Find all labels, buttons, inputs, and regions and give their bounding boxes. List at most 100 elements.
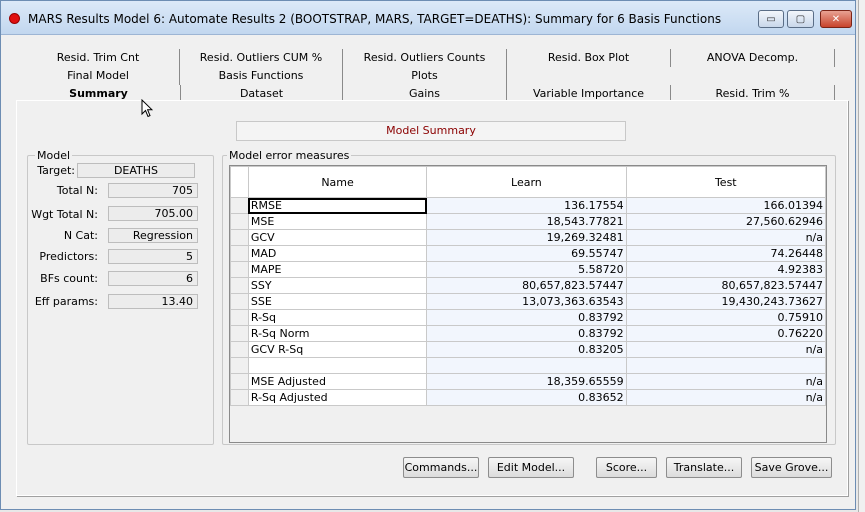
cell-learn[interactable]: 5.58720 [426,261,627,278]
row-header [230,213,249,230]
window-title: MARS Results Model 6: Automate Results 2… [28,12,722,26]
table-row[interactable]: MSE 18,543.77821 27,560.62946 [230,213,827,230]
error-measures-grid[interactable]: Name Learn Test RMSE 136.17554 166.01394 M… [229,165,827,443]
cell-learn[interactable]: 0.83792 [426,325,627,342]
commands-button[interactable]: Commands... [403,457,479,478]
column-header-test[interactable]: Test [625,166,827,198]
cell-test[interactable]: 166.01394 [625,197,827,214]
cell-name[interactable]: SSE [247,293,428,310]
error-measures-label: Model error measures [227,149,352,162]
cell-test[interactable]: 4.92383 [625,261,827,278]
cell-name[interactable]: R-Sq [247,309,428,326]
maximize-button[interactable]: ▢ [787,10,814,28]
table-row[interactable]: SSY 80,657,823.57447 80,657,823.57447 [230,277,827,294]
wgt-total-n-label: Wgt Total N: [31,208,98,221]
cell-name[interactable]: R-Sq Norm [247,325,428,342]
tab-basis-functions[interactable]: Basis Functions [180,67,343,85]
cell-test[interactable]: 0.75910 [625,309,827,326]
tab-final-model[interactable]: Final Model [17,67,180,85]
cell-name[interactable]: SSY [247,277,428,294]
score-button[interactable]: Score... [596,457,657,478]
table-row[interactable]: MAPE 5.58720 4.92383 [230,261,827,278]
background-window-edge [858,0,865,512]
target-label: Target: [37,164,75,177]
cell-test[interactable] [625,357,827,374]
row-header [230,261,249,278]
save-grove-button[interactable]: Save Grove... [751,457,832,478]
title-bar[interactable]: MARS Results Model 6: Automate Results 2… [1,1,855,35]
column-header-name[interactable]: Name [247,166,428,198]
predictors-value: 5 [108,249,198,264]
cell-name[interactable]: GCV [247,229,428,246]
cell-test[interactable]: 74.26448 [625,245,827,262]
cell-learn[interactable]: 80,657,823.57447 [426,277,627,294]
close-icon: ✕ [831,13,841,25]
cell-name[interactable]: MSE Adjusted [247,373,428,390]
results-window: MARS Results Model 6: Automate Results 2… [0,0,856,510]
tab-resid-trim-cnt[interactable]: Resid. Trim Cnt [17,49,180,67]
total-n-label: Total N: [56,184,98,197]
table-row[interactable]: R-Sq 0.83792 0.75910 [230,309,827,326]
cell-learn[interactable]: 0.83652 [426,389,627,406]
tab-plots[interactable]: Plots [343,67,507,85]
cell-learn[interactable]: 0.83792 [426,309,627,326]
table-row[interactable]: GCV 19,269.32481 n/a [230,229,827,246]
table-row[interactable]: R-Sq Norm 0.83792 0.76220 [230,325,827,342]
tab-resid-box-plot[interactable]: Resid. Box Plot [507,49,671,67]
row-header-corner [230,166,249,198]
table-row[interactable]: MAD 69.55747 74.26448 [230,245,827,262]
cell-test[interactable]: n/a [625,389,827,406]
row-header [230,357,249,374]
n-cat-value: Regression [108,228,198,243]
cell-name[interactable]: MAD [247,245,428,262]
model-group-label: Model [35,149,73,162]
cell-learn[interactable]: 13,073,363.63543 [426,293,627,310]
cell-test[interactable]: 27,560.62946 [625,213,827,230]
cell-name[interactable] [247,357,428,374]
cell-learn[interactable]: 0.83205 [426,341,627,358]
cell-test[interactable]: n/a [625,373,827,390]
table-row[interactable]: MSE Adjusted 18,359.65559 n/a [230,373,827,390]
minimize-button[interactable]: ▭ [758,10,784,28]
table-header-row: Name Learn Test [230,166,827,198]
client-area: Resid. Trim Cnt Resid. Outliers CUM % Re… [7,36,852,502]
cell-test[interactable]: 80,657,823.57447 [625,277,827,294]
edit-model-button[interactable]: Edit Model... [488,457,574,478]
eff-params-label: Eff params: [34,295,98,308]
row-header [230,197,249,214]
cell-name[interactable]: R-Sq Adjusted [247,389,428,406]
cell-learn[interactable]: 18,359.65559 [426,373,627,390]
cell-name[interactable]: GCV R-Sq [247,341,428,358]
row-header [230,277,249,294]
cell-name[interactable]: MAPE [247,261,428,278]
row-header [230,309,249,326]
cell-learn[interactable]: 19,269.32481 [426,229,627,246]
translate-button[interactable]: Translate... [666,457,742,478]
cell-test[interactable]: 19,430,243.73627 [625,293,827,310]
cell-learn[interactable]: 69.55747 [426,245,627,262]
table-row[interactable]: RMSE 136.17554 166.01394 [230,197,827,214]
cell-learn[interactable]: 136.17554 [426,197,627,214]
cell-name[interactable]: RMSE [247,197,428,214]
row-header [230,293,249,310]
tab-row-2: Final Model Basis Functions Plots [17,67,842,85]
cell-name[interactable]: MSE [247,213,428,230]
table-row[interactable]: GCV R-Sq 0.83205 n/a [230,341,827,358]
tab-anova-decomp[interactable]: ANOVA Decomp. [671,49,835,67]
minimize-icon: ▭ [766,13,776,25]
predictors-label: Predictors: [39,250,98,263]
column-header-learn[interactable]: Learn [426,166,627,198]
close-button[interactable]: ✕ [820,10,852,28]
tab-resid-outliers-cum[interactable]: Resid. Outliers CUM % [180,49,343,67]
cell-test[interactable]: n/a [625,341,827,358]
cell-learn[interactable] [426,357,627,374]
table-row[interactable]: R-Sq Adjusted 0.83652 n/a [230,389,827,406]
mouse-cursor-icon [141,99,153,118]
tab-resid-outliers-counts[interactable]: Resid. Outliers Counts [343,49,507,67]
cell-test[interactable]: n/a [625,229,827,246]
row-header [230,373,249,390]
cell-test[interactable]: 0.76220 [625,325,827,342]
table-row[interactable] [230,357,827,374]
table-row[interactable]: SSE 13,073,363.63543 19,430,243.73627 [230,293,827,310]
cell-learn[interactable]: 18,543.77821 [426,213,627,230]
